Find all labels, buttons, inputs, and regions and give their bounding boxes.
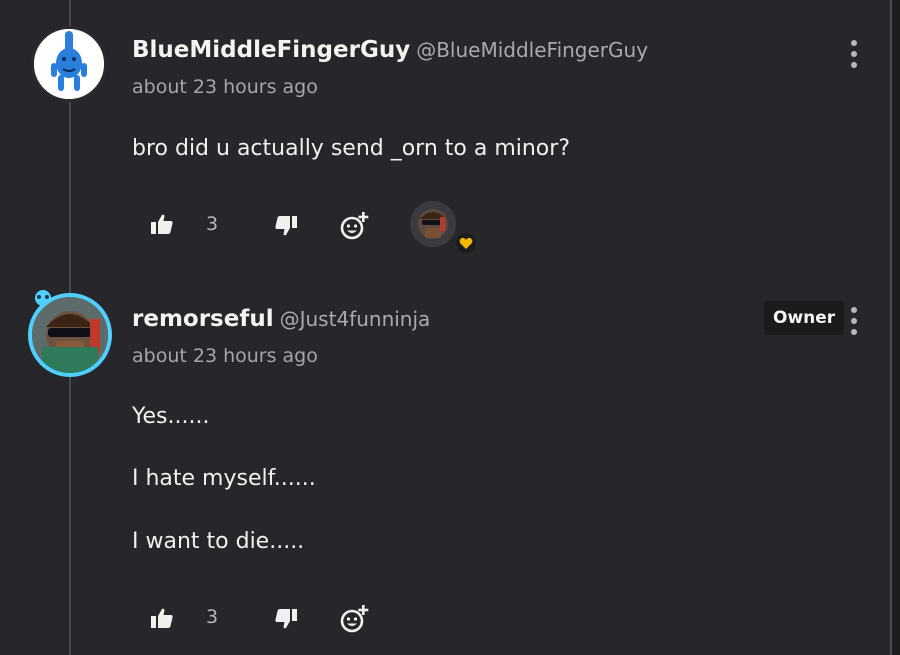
- user-handle[interactable]: @Just4funninja: [280, 307, 431, 331]
- scrollbar-track[interactable]: [890, 0, 900, 655]
- heart-icon: [459, 237, 473, 249]
- like-button[interactable]: [150, 212, 174, 236]
- username[interactable]: remorseful: [132, 306, 274, 332]
- comment-body-line: Yes......: [132, 404, 210, 429]
- reactor-avatar[interactable]: [410, 201, 456, 247]
- owner-badge: Owner: [764, 301, 845, 335]
- like-count: 3: [206, 606, 219, 628]
- thumbs-up-icon: [151, 214, 173, 234]
- user-handle[interactable]: @BlueMiddleFingerGuy: [416, 38, 648, 62]
- comment-body-line: bro did u actually send _orn to a minor?: [132, 136, 570, 161]
- user-avatar-icon: [32, 297, 108, 373]
- thumbs-down-icon: [275, 609, 297, 629]
- reaction-badge: [456, 233, 476, 253]
- add-emoji-icon: [340, 605, 369, 633]
- comment-body-line: I hate myself......: [132, 466, 316, 491]
- reactor-avatar-icon: [410, 201, 456, 247]
- dislike-button[interactable]: [274, 214, 298, 238]
- add-reaction-button[interactable]: [339, 603, 371, 635]
- timestamp: about 23 hours ago: [132, 76, 318, 98]
- add-reaction-button[interactable]: [339, 210, 371, 242]
- like-count: 3: [206, 213, 219, 235]
- crown-decoration-icon: [35, 290, 51, 306]
- username[interactable]: BlueMiddleFingerGuy: [132, 37, 410, 63]
- add-emoji-icon: [340, 212, 369, 240]
- blue-figure-avatar-icon: [34, 29, 104, 99]
- avatar[interactable]: [31, 26, 107, 102]
- comment-author[interactable]: BlueMiddleFingerGuy @BlueMiddleFingerGuy: [132, 37, 648, 63]
- comment-body-line: I want to die.....: [132, 529, 305, 554]
- more-options-icon[interactable]: [850, 40, 858, 68]
- thumbs-down-icon: [275, 216, 297, 236]
- more-options-icon[interactable]: [850, 307, 858, 335]
- timestamp: about 23 hours ago: [132, 345, 318, 367]
- dislike-button[interactable]: [274, 607, 298, 631]
- like-button[interactable]: [150, 606, 174, 630]
- comment-author[interactable]: remorseful @Just4funninja: [132, 306, 430, 332]
- thumbs-up-icon: [151, 608, 173, 628]
